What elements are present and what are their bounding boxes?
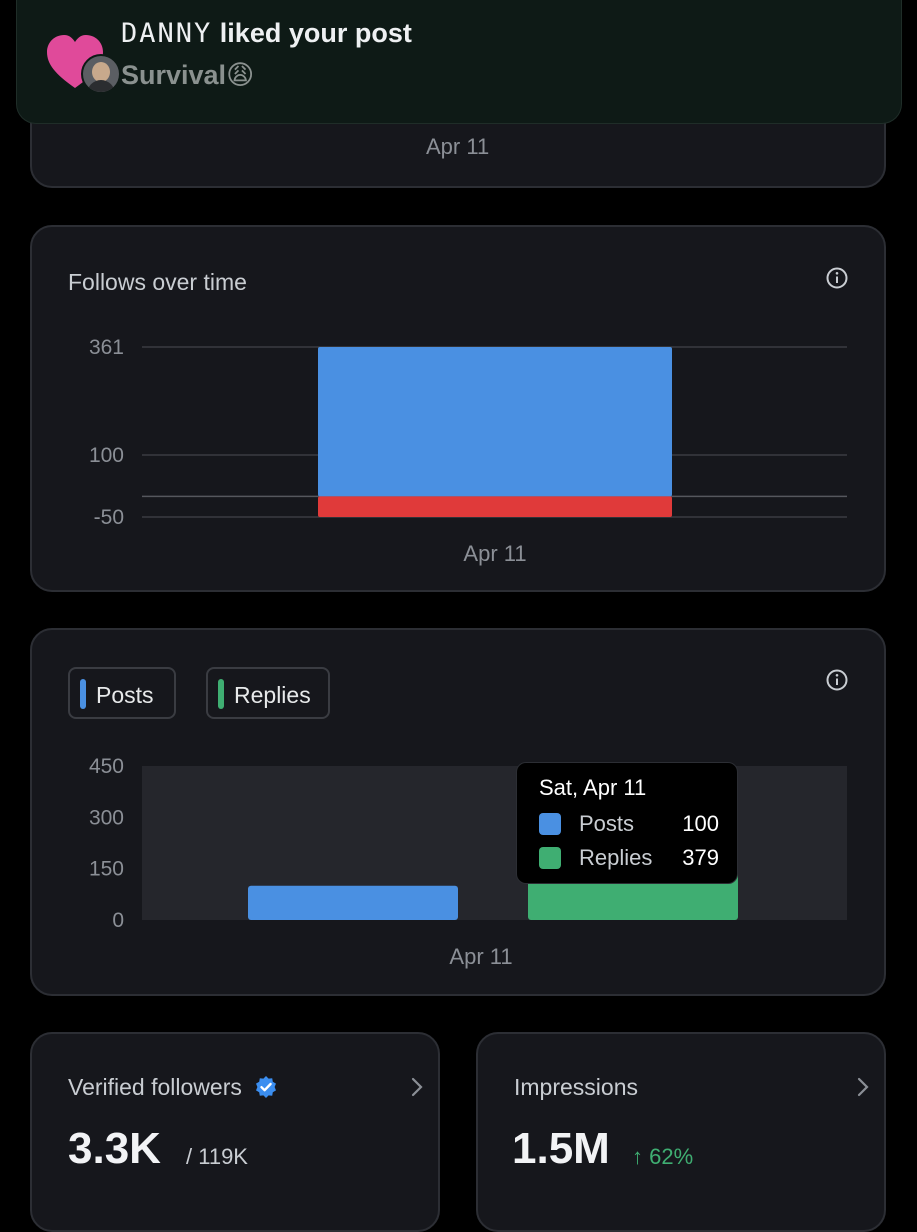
follows-over-time-card: Follows over time 361 100 -50 Apr 11 — [30, 225, 886, 592]
plot-area — [142, 766, 847, 920]
tooltip-replies-swatch — [539, 847, 561, 869]
tooltip-date: Sat, Apr 11 — [539, 775, 647, 800]
weary-face-emoji-icon: 😩 — [226, 60, 255, 91]
x-axis-label: Apr 11 — [426, 134, 490, 159]
tooltip-row-posts: Posts 100 — [539, 811, 719, 839]
verified-total: / 119K — [186, 1144, 248, 1169]
tooltip-name: Posts — [579, 811, 635, 836]
notification-title: DANNY liked your post — [121, 18, 412, 49]
follows-chart: 361 100 -50 Apr 11 — [32, 227, 884, 590]
card-title: Verified followers — [68, 1074, 278, 1101]
y-tick-label: 361 — [89, 336, 124, 359]
avatar[interactable] — [81, 54, 121, 94]
tooltip-value: 379 — [682, 845, 719, 870]
bar-follows — [318, 347, 672, 497]
verified-count: 3.3K — [68, 1124, 161, 1173]
impressions-card[interactable]: Impressions 1.5M ↑ 62% — [476, 1032, 886, 1232]
chart-tooltip: Sat, Apr 11 Posts 100 Replies 379 — [516, 762, 738, 884]
chevron-right-icon[interactable] — [856, 1076, 870, 1098]
bar-posts — [248, 885, 458, 920]
y-tick-label: 0 — [112, 909, 124, 932]
impressions-count: 1.5M — [512, 1124, 610, 1173]
posts-chart-svg: 450 300 150 0 Apr 11 — [89, 755, 847, 969]
x-tick-label: Apr 11 — [463, 541, 526, 566]
y-tick-label: 100 — [89, 444, 124, 467]
posts-replies-card: Posts Replies 450 300 150 0 Apr 11 — [30, 628, 886, 996]
y-tick-label: 450 — [89, 755, 124, 778]
notification-user: DANNY — [121, 18, 213, 49]
y-tick-label: 150 — [89, 858, 124, 881]
y-tick-label: 300 — [89, 806, 124, 829]
tooltip-posts-swatch — [539, 813, 561, 835]
chevron-right-icon[interactable] — [410, 1076, 424, 1098]
like-notification[interactable]: DANNY liked your post Survival😩 — [16, 0, 902, 124]
posts-replies-chart[interactable]: 450 300 150 0 Apr 11 — [32, 630, 884, 994]
x-tick-label: Apr 11 — [449, 944, 512, 969]
verified-followers-card[interactable]: Verified followers 3.3K / 119K — [30, 1032, 440, 1232]
tooltip-row-replies: Replies 379 — [539, 845, 719, 873]
impressions-title: Impressions — [514, 1074, 638, 1100]
post-title: Survival — [121, 60, 227, 90]
tooltip-value: 100 — [682, 811, 719, 836]
follows-chart-svg: 361 100 -50 Apr 11 — [89, 336, 847, 566]
notification-action: liked your post — [219, 18, 412, 48]
impressions-change: ↑ 62% — [632, 1144, 694, 1169]
tooltip-name: Replies — [579, 845, 653, 870]
y-tick-label: -50 — [94, 506, 124, 529]
bar-unfollows — [318, 496, 672, 517]
verified-badge-icon — [256, 1076, 277, 1098]
notification-post: Survival😩 — [121, 60, 254, 91]
verified-title: Verified followers — [68, 1074, 242, 1100]
